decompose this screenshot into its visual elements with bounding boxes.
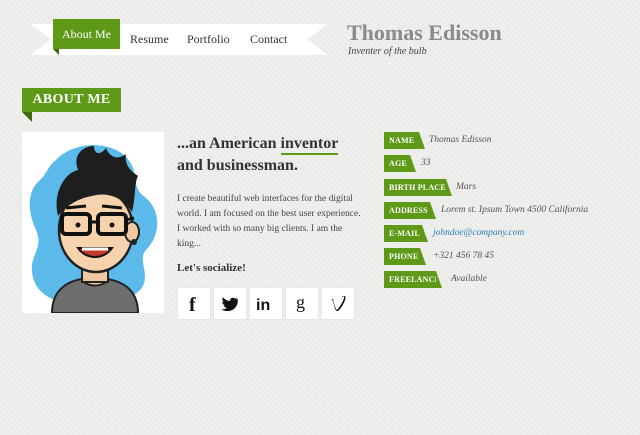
headline-highlight: inventor (280, 135, 339, 155)
linkedin-icon: in (256, 297, 270, 312)
headline-prefix: ...an American (177, 135, 281, 152)
social-links: f in g (177, 287, 355, 320)
svg-text:in: in (256, 297, 270, 312)
site-name: Thomas Edisson (347, 20, 502, 45)
info-row-phone: PHONE +321 456 78 45 (384, 248, 494, 265)
info-label: ADDRESS (384, 202, 436, 219)
nav-item-about-me[interactable]: About Me (53, 19, 120, 55)
info-value: Mars (456, 182, 477, 192)
facebook-button[interactable]: f (177, 287, 211, 320)
info-value: 33 (421, 158, 431, 168)
info-value: Thomas Edisson (429, 135, 492, 145)
section-heading: ABOUT ME (22, 88, 121, 122)
vimeo-icon (331, 295, 346, 311)
info-row-name: NAME Thomas Edisson (384, 132, 492, 149)
nav-item-contact[interactable]: Contact (250, 24, 287, 55)
info-value: Available (451, 274, 487, 284)
vimeo-button[interactable] (321, 287, 355, 320)
social-label: Let's socialize! (177, 262, 246, 274)
google-button[interactable]: g (285, 287, 319, 320)
twitter-icon (221, 296, 238, 311)
headline-suffix: and businessman. (177, 157, 298, 174)
info-label: PHONE (384, 248, 426, 265)
nav-item-label: About Me (62, 26, 111, 41)
info-row-freelance: FREELANCE Available (384, 271, 487, 288)
twitter-button[interactable] (213, 287, 247, 320)
info-label: AGE (384, 155, 416, 172)
google-icon: g (296, 294, 305, 312)
info-label: BIRTH PLACE (384, 179, 452, 196)
linkedin-button[interactable]: in (249, 287, 283, 320)
bio-text: I create beautiful web interfaces for th… (177, 194, 361, 249)
svg-text:g: g (296, 294, 305, 312)
avatar (22, 132, 164, 314)
info-label: FREELANCE (384, 271, 442, 288)
site-tagline: Inventer of the bulb (348, 46, 427, 57)
info-value: Lorem st. Ipsum Town 4500 California (441, 205, 589, 215)
info-row-birth-place: BIRTH PLACE Mars (384, 179, 476, 196)
email-link[interactable]: johndoe@company.com (433, 225, 524, 242)
info-row-age: AGE 33 (384, 155, 431, 172)
info-row-address: ADDRESS Lorem st. Ipsum Town 4500 Califo… (384, 202, 588, 219)
facebook-icon: f (189, 295, 196, 313)
nav-item-portfolio[interactable]: Portfolio (187, 24, 230, 55)
nav-item-resume[interactable]: Resume (130, 24, 169, 55)
info-row-email: E-MAIL johndoe@company.com (384, 225, 524, 242)
info-value: +321 456 78 45 (433, 251, 495, 261)
headline: ...an American inventor and businessman. (177, 133, 377, 177)
svg-text:f: f (189, 295, 196, 313)
info-label: E-MAIL (384, 225, 428, 242)
info-label: NAME (384, 132, 425, 149)
